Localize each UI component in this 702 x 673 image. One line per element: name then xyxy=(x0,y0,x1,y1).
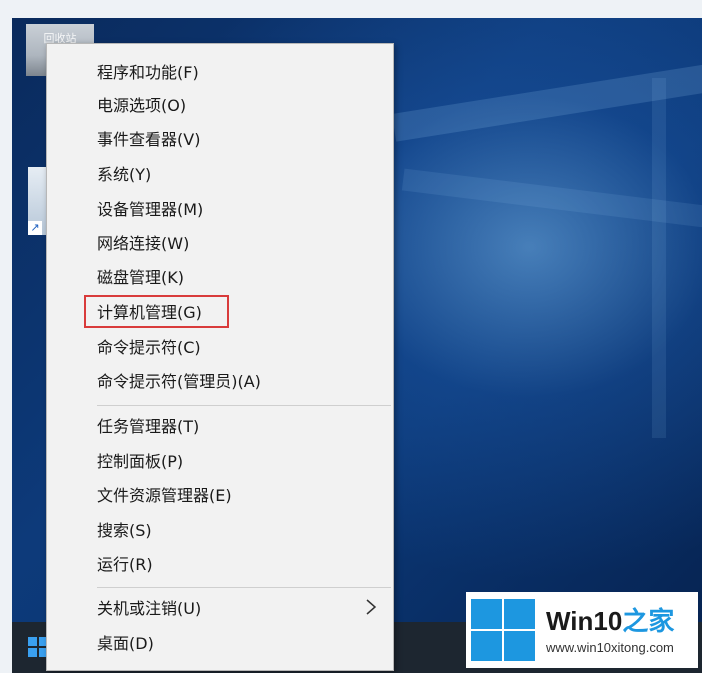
winx-context-menu: 程序和功能(F) 电源选项(O) 事件查看器(V) 系统(Y) 设备管理器(M)… xyxy=(46,43,394,671)
menu-item-command-prompt[interactable]: 命令提示符(C) xyxy=(47,334,393,362)
menu-item-label: 桌面(D) xyxy=(97,634,154,653)
menu-item-command-prompt-admin[interactable]: 命令提示符(管理员)(A) xyxy=(47,368,393,396)
menu-item-label: 系统(Y) xyxy=(97,165,152,184)
menu-separator xyxy=(97,405,391,406)
windows-start-icon[interactable] xyxy=(28,637,48,657)
light-beam xyxy=(652,78,666,438)
menu-item-disk-management[interactable]: 磁盘管理(K) xyxy=(47,264,393,292)
menu-item-label: 搜索(S) xyxy=(97,521,152,540)
windows-logo-icon xyxy=(471,599,535,661)
menu-item-label: 设备管理器(M) xyxy=(97,200,204,219)
menu-item-run[interactable]: 运行(R) xyxy=(47,551,393,579)
menu-item-programs-features[interactable]: 程序和功能(F) xyxy=(47,59,393,87)
watermark-brand: Win10 xyxy=(546,606,623,636)
menu-item-search[interactable]: 搜索(S) xyxy=(47,517,393,545)
menu-item-task-manager[interactable]: 任务管理器(T) xyxy=(47,413,393,441)
menu-item-label: 磁盘管理(K) xyxy=(97,268,184,287)
watermark: Win10之家 www.win10xitong.com xyxy=(466,592,698,668)
shortcut-arrow-icon: ↗ xyxy=(28,221,42,235)
watermark-suffix: 之家 xyxy=(622,606,675,636)
menu-item-label: 任务管理器(T) xyxy=(97,417,200,436)
menu-item-label: 命令提示符(C) xyxy=(97,338,201,357)
menu-item-label: 控制面板(P) xyxy=(97,452,184,471)
watermark-title: Win10之家 xyxy=(546,606,674,636)
menu-item-label: 事件查看器(V) xyxy=(97,130,201,149)
chevron-right-icon xyxy=(366,599,377,615)
menu-item-network-connections[interactable]: 网络连接(W) xyxy=(47,230,393,258)
menu-item-label: 文件资源管理器(E) xyxy=(97,486,232,505)
menu-item-label: 运行(R) xyxy=(97,555,153,574)
menu-item-control-panel[interactable]: 控制面板(P) xyxy=(47,448,393,476)
menu-item-label: 命令提示符(管理员)(A) xyxy=(97,372,261,391)
highlight-box xyxy=(84,295,229,328)
menu-item-device-manager[interactable]: 设备管理器(M) xyxy=(47,196,393,224)
menu-item-desktop[interactable]: 桌面(D) xyxy=(47,630,393,658)
menu-item-file-explorer[interactable]: 文件资源管理器(E) xyxy=(47,482,393,510)
menu-item-shutdown-signout[interactable]: 关机或注销(U) xyxy=(47,595,393,623)
menu-item-label: 网络连接(W) xyxy=(97,234,190,253)
menu-item-label: 程序和功能(F) xyxy=(97,63,199,82)
menu-item-event-viewer[interactable]: 事件查看器(V) xyxy=(47,126,393,154)
menu-item-system[interactable]: 系统(Y) xyxy=(47,161,393,189)
menu-separator xyxy=(97,587,391,588)
menu-item-power-options[interactable]: 电源选项(O) xyxy=(47,92,393,120)
menu-item-label: 关机或注销(U) xyxy=(97,599,202,618)
menu-item-label: 电源选项(O) xyxy=(97,96,187,115)
watermark-url: www.win10xitong.com xyxy=(546,640,674,655)
